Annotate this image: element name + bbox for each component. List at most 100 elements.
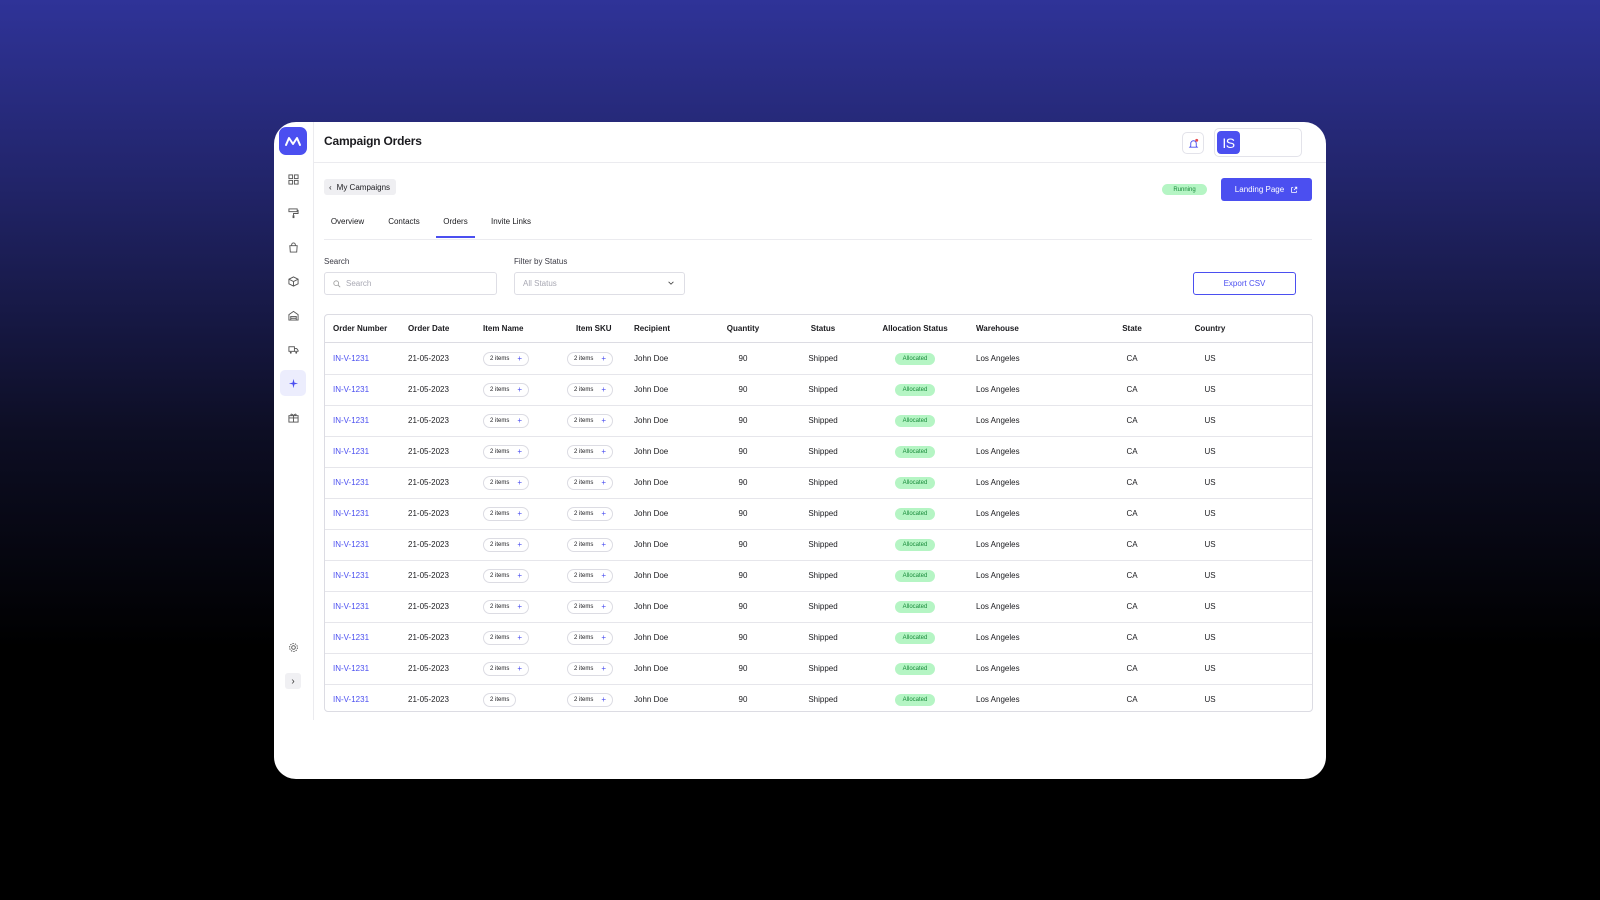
- item-sku-pill[interactable]: 2 items +: [567, 444, 614, 459]
- item-sku-pill[interactable]: 2 items +: [567, 599, 614, 614]
- brand-logo[interactable]: [279, 127, 307, 155]
- order-number-link[interactable]: IN-V-1231: [333, 529, 369, 560]
- order-number-link[interactable]: IN-V-1231: [333, 374, 369, 405]
- order-number-link[interactable]: IN-V-1231: [333, 343, 369, 374]
- sidebar-item-gifts[interactable]: [280, 404, 306, 430]
- item-sku-pill[interactable]: 2 items +: [567, 630, 614, 645]
- plus-icon: +: [517, 664, 523, 673]
- item-sku-pill[interactable]: 2 items +: [567, 413, 614, 428]
- item-name-pill[interactable]: 2 items +: [483, 382, 530, 397]
- table-row[interactable]: IN-V-1231 21-05-2023 2 items + 2 items +…: [325, 343, 1312, 375]
- export-csv-button[interactable]: Export CSV: [1193, 272, 1296, 295]
- item-sku-pill[interactable]: 2 items +: [567, 475, 614, 490]
- tab-invite-links[interactable]: Invite Links: [486, 212, 536, 238]
- order-number-link[interactable]: IN-V-1231: [333, 436, 369, 467]
- order-number-link[interactable]: IN-V-1231: [333, 498, 369, 529]
- item-sku-pill[interactable]: 2 items +: [567, 506, 614, 521]
- table-row[interactable]: IN-V-1231 21-05-2023 2 items + 2 items +…: [325, 405, 1312, 437]
- order-number-link[interactable]: IN-V-1231: [333, 560, 369, 591]
- column-allocation-status[interactable]: Allocation Status: [870, 315, 960, 342]
- item-name-count: 2 items: [490, 479, 510, 486]
- recipient: John Doe: [634, 602, 669, 611]
- tab-contacts[interactable]: Contacts: [382, 212, 426, 238]
- item-sku-count: 2 items: [574, 479, 594, 486]
- order-number-link[interactable]: IN-V-1231: [333, 405, 369, 436]
- table-row[interactable]: IN-V-1231 21-05-2023 2 items + 2 items +…: [325, 467, 1312, 499]
- sidebar-item-settings[interactable]: [280, 634, 306, 660]
- order-date: 21-05-2023: [408, 385, 449, 394]
- sidebar-item-dashboard[interactable]: [280, 166, 306, 192]
- table-header: Order Number Order Date Item Name Item S…: [325, 315, 1312, 343]
- column-order-date[interactable]: Order Date: [408, 315, 449, 342]
- back-to-campaigns-button[interactable]: ‹ My Campaigns: [324, 179, 397, 195]
- item-name-pill[interactable]: 2 items +: [483, 661, 530, 676]
- item-name-cell: 2 items +: [483, 405, 530, 436]
- column-recipient[interactable]: Recipient: [634, 315, 670, 342]
- column-order-number[interactable]: Order Number: [333, 315, 387, 342]
- tab-orders[interactable]: Orders: [436, 212, 475, 238]
- order-number-link[interactable]: IN-V-1231: [333, 684, 369, 711]
- table-row[interactable]: IN-V-1231 21-05-2023 2 items + 2 items +…: [325, 436, 1312, 468]
- user-menu[interactable]: IS: [1214, 128, 1302, 157]
- table-row[interactable]: IN-V-1231 21-05-2023 2 items + 2 items +…: [325, 653, 1312, 685]
- status-filter-select[interactable]: All Status: [514, 272, 685, 295]
- plus-icon: +: [517, 540, 523, 549]
- landing-page-button[interactable]: Landing Page: [1221, 178, 1312, 201]
- quantity: 90: [738, 695, 748, 704]
- state: CA: [1126, 540, 1138, 549]
- order-number-link[interactable]: IN-V-1231: [333, 622, 369, 653]
- item-name-pill[interactable]: 2 items +: [483, 599, 530, 614]
- sidebar-item-shop[interactable]: [280, 234, 306, 260]
- state: CA: [1126, 602, 1138, 611]
- item-sku-cell: 2 items +: [567, 622, 614, 653]
- order-number-link[interactable]: IN-V-1231: [333, 467, 369, 498]
- country: US: [1204, 540, 1216, 549]
- table-row[interactable]: IN-V-1231 21-05-2023 2 items + 2 items +…: [325, 560, 1312, 592]
- item-sku-cell: 2 items +: [567, 343, 614, 374]
- item-sku-pill[interactable]: 2 items +: [567, 382, 614, 397]
- item-sku-pill[interactable]: 2 items +: [567, 351, 614, 366]
- status-badge: Running: [1162, 184, 1207, 195]
- column-country[interactable]: Country: [1180, 315, 1240, 342]
- sidebar-item-products[interactable]: [280, 268, 306, 294]
- column-warehouse[interactable]: Warehouse: [976, 315, 1019, 342]
- column-item-name[interactable]: Item Name: [483, 315, 523, 342]
- item-sku-count: 2 items: [574, 386, 594, 393]
- sidebar-item-warehouse[interactable]: [280, 302, 306, 328]
- search-input[interactable]: Search: [324, 272, 497, 295]
- table-row[interactable]: IN-V-1231 21-05-2023 2 items + 2 items +…: [325, 591, 1312, 623]
- item-name-pill[interactable]: 2 items +: [483, 630, 530, 645]
- order-number-link[interactable]: IN-V-1231: [333, 653, 369, 684]
- column-state[interactable]: State: [1107, 315, 1157, 342]
- item-sku-pill[interactable]: 2 items +: [567, 661, 614, 676]
- item-name-pill[interactable]: 2 items +: [483, 413, 530, 428]
- item-name-pill[interactable]: 2 items +: [483, 444, 530, 459]
- table-row[interactable]: IN-V-1231 21-05-2023 2 items 2 items + J…: [325, 684, 1312, 711]
- external-link-icon: [1291, 186, 1298, 193]
- sidebar-item-shipping[interactable]: [280, 336, 306, 362]
- order-number-link[interactable]: IN-V-1231: [333, 591, 369, 622]
- item-name-pill[interactable]: 2 items +: [483, 537, 530, 552]
- table-row[interactable]: IN-V-1231 21-05-2023 2 items + 2 items +…: [325, 374, 1312, 406]
- sidebar-item-campaigns[interactable]: [280, 370, 306, 396]
- item-name-pill[interactable]: 2 items +: [483, 351, 530, 366]
- item-sku-pill[interactable]: 2 items +: [567, 568, 614, 583]
- item-sku-pill[interactable]: 2 items +: [567, 537, 614, 552]
- item-name-pill[interactable]: 2 items: [483, 692, 517, 707]
- sidebar-item-design[interactable]: [280, 200, 306, 226]
- item-name-pill[interactable]: 2 items +: [483, 568, 530, 583]
- table-row[interactable]: IN-V-1231 21-05-2023 2 items + 2 items +…: [325, 529, 1312, 561]
- item-name-pill[interactable]: 2 items +: [483, 506, 530, 521]
- table-row[interactable]: IN-V-1231 21-05-2023 2 items + 2 items +…: [325, 498, 1312, 530]
- column-quantity[interactable]: Quantity: [708, 315, 778, 342]
- warehouse: Los Angeles: [976, 385, 1020, 394]
- item-name-pill[interactable]: 2 items +: [483, 475, 530, 490]
- tab-overview[interactable]: Overview: [324, 212, 371, 238]
- order-status: Shipped: [808, 540, 838, 549]
- column-item-sku[interactable]: Item SKU: [576, 315, 612, 342]
- notifications-button[interactable]: [1182, 132, 1204, 154]
- item-sku-pill[interactable]: 2 items +: [567, 692, 614, 707]
- table-row[interactable]: IN-V-1231 21-05-2023 2 items + 2 items +…: [325, 622, 1312, 654]
- column-status[interactable]: Status: [788, 315, 858, 342]
- expand-sidebar-button[interactable]: ›: [285, 673, 301, 689]
